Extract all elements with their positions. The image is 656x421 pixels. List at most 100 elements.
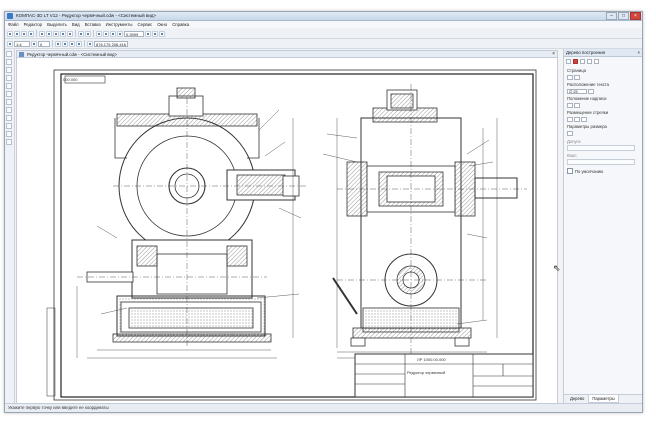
drawing-stamp-text: ЛР 1000.00.000: [417, 357, 446, 362]
default-checkbox[interactable]: [567, 168, 573, 174]
close-button[interactable]: ×: [630, 12, 641, 20]
notation-tool-icon[interactable]: [6, 67, 12, 73]
macro-tool-icon[interactable]: [6, 139, 12, 145]
current-state-toolbar: 1:4 0 876.175 206.416: [5, 39, 642, 49]
label-pos-icon[interactable]: [567, 102, 573, 108]
menu-help[interactable]: Справка: [172, 22, 189, 27]
menu-editor[interactable]: Редактор: [24, 22, 43, 27]
panel-tabs: Дерево Параметры: [564, 394, 642, 403]
fragment-tool-icon[interactable]: [6, 131, 12, 137]
drawing-canvas[interactable]: ЛР 1000.00.000 Редуктор червячный 000.00…: [16, 57, 558, 405]
refresh-button[interactable]: [152, 30, 158, 37]
parametrize-tool-icon[interactable]: [6, 83, 12, 89]
default-checkbox-row[interactable]: По умолчанию: [567, 168, 639, 174]
redraw-button[interactable]: [159, 30, 165, 37]
default-checkbox-label: По умолчанию: [575, 168, 604, 174]
settings-icon[interactable]: [587, 59, 592, 64]
menu-file[interactable]: Файл: [8, 22, 19, 27]
ortho-button[interactable]: [55, 40, 61, 47]
menu-view[interactable]: Вид: [72, 22, 80, 27]
section-arrow-label: Размещение стрелки: [567, 110, 609, 115]
paste-button[interactable]: [53, 30, 59, 37]
geometry-tool-icon[interactable]: [6, 51, 12, 57]
section-page-label: Страница: [567, 68, 586, 73]
cut-button[interactable]: [39, 30, 45, 37]
tab-tree[interactable]: Дерево: [567, 395, 587, 403]
layer-icon[interactable]: [31, 40, 37, 47]
text-position-dropdown[interactable]: ∅ 25: [567, 88, 587, 94]
save-button[interactable]: [21, 30, 27, 37]
app-icon: [7, 13, 13, 19]
zoom-field[interactable]: 0.3999: [124, 30, 144, 37]
zoom-fit-button[interactable]: [117, 30, 123, 37]
grid-button[interactable]: [69, 40, 75, 47]
spec-tool-icon[interactable]: [6, 107, 12, 113]
redo-button[interactable]: [67, 30, 73, 37]
minimize-button[interactable]: –: [606, 12, 617, 20]
quality-label: Квал: [567, 153, 577, 158]
undo-button[interactable]: [60, 30, 66, 37]
page-prev-icon[interactable]: [567, 74, 573, 80]
view-icon[interactable]: [7, 40, 13, 47]
pan-button[interactable]: [145, 30, 151, 37]
status-bar: Укажите первую точку или введите ее коор…: [5, 403, 642, 412]
new-file-button[interactable]: [7, 30, 13, 37]
section-page: Страница: [564, 66, 642, 80]
open-file-button[interactable]: [14, 30, 20, 37]
local-cs-button[interactable]: [76, 40, 82, 47]
tolerance-field[interactable]: [567, 145, 635, 151]
copy-button[interactable]: [46, 30, 52, 37]
properties-button[interactable]: [78, 30, 84, 37]
zoom-window-button[interactable]: [110, 30, 116, 37]
zoom-out-button[interactable]: [103, 30, 109, 37]
zoom-in-button[interactable]: [96, 30, 102, 37]
arrow-out-icon[interactable]: [574, 116, 580, 122]
text-edit-icon[interactable]: [588, 88, 594, 94]
tolerance-label: Допуск: [567, 139, 581, 144]
snap-button[interactable]: [62, 40, 68, 47]
help-button[interactable]: [85, 30, 91, 37]
edit-tool-icon[interactable]: [6, 75, 12, 81]
dimension-tool-icon[interactable]: [6, 59, 12, 65]
maximize-button[interactable]: □: [618, 12, 629, 20]
quality-field[interactable]: [567, 159, 635, 165]
menu-insert[interactable]: Вставка: [85, 22, 101, 27]
back-icon[interactable]: [566, 59, 571, 64]
properties-panel: Дерево построения × Страница Расположени…: [563, 49, 642, 403]
menu-tools[interactable]: Инструменты: [106, 22, 133, 27]
select-tool-icon[interactable]: [6, 99, 12, 105]
reports-tool-icon[interactable]: [6, 115, 12, 121]
tab-parameters[interactable]: Параметры: [588, 395, 619, 403]
drawing-svg: ЛР 1000.00.000 Редуктор червячный 000.00…: [46, 69, 537, 401]
insert-tool-icon[interactable]: [6, 123, 12, 129]
pin-icon[interactable]: [594, 59, 599, 64]
section-text-position: Расположение текста ∅ 25: [564, 80, 642, 94]
window-buttons: – □ ×: [606, 12, 641, 20]
panel-title: Дерево построения: [566, 50, 605, 55]
dim-param-icon[interactable]: [567, 130, 573, 136]
app-window: КОМПАС-3D LT V12 - Редуктор червячный.cd…: [4, 11, 643, 413]
measure-tool-icon[interactable]: [6, 91, 12, 97]
layer-field[interactable]: 0: [38, 40, 50, 47]
arrow-in-icon[interactable]: [567, 116, 573, 122]
section-label-position: Положение надписи: [564, 94, 642, 108]
arrow-auto-icon[interactable]: [581, 116, 587, 122]
menu-service[interactable]: Сервис: [137, 22, 152, 27]
standard-toolbar: 0.3999: [5, 29, 642, 39]
section-label-pos-label: Положение надписи: [567, 96, 607, 101]
menu-window[interactable]: Окно: [157, 22, 167, 27]
menu-select[interactable]: Выделить: [47, 22, 67, 27]
drawing-title-text: Редуктор червячный: [407, 370, 445, 375]
window-title: КОМПАС-3D LT V12 - Редуктор червячный.cd…: [16, 13, 157, 18]
stop-icon[interactable]: [573, 59, 578, 64]
status-text: Укажите первую точку или введите ее коор…: [8, 405, 109, 410]
menu-bar: Файл Редактор Выделить Вид Вставка Инстр…: [5, 21, 642, 28]
print-button[interactable]: [28, 30, 34, 37]
page-next-icon[interactable]: [574, 74, 580, 80]
panel-close-icon[interactable]: ×: [637, 49, 640, 56]
panel-icons: [564, 57, 642, 66]
view-scale-field[interactable]: 1:4: [14, 40, 30, 47]
create-icon[interactable]: [580, 59, 585, 64]
label-pos-alt-icon[interactable]: [574, 102, 580, 108]
cursor-coords-field[interactable]: 876.175 206.416: [94, 40, 128, 47]
